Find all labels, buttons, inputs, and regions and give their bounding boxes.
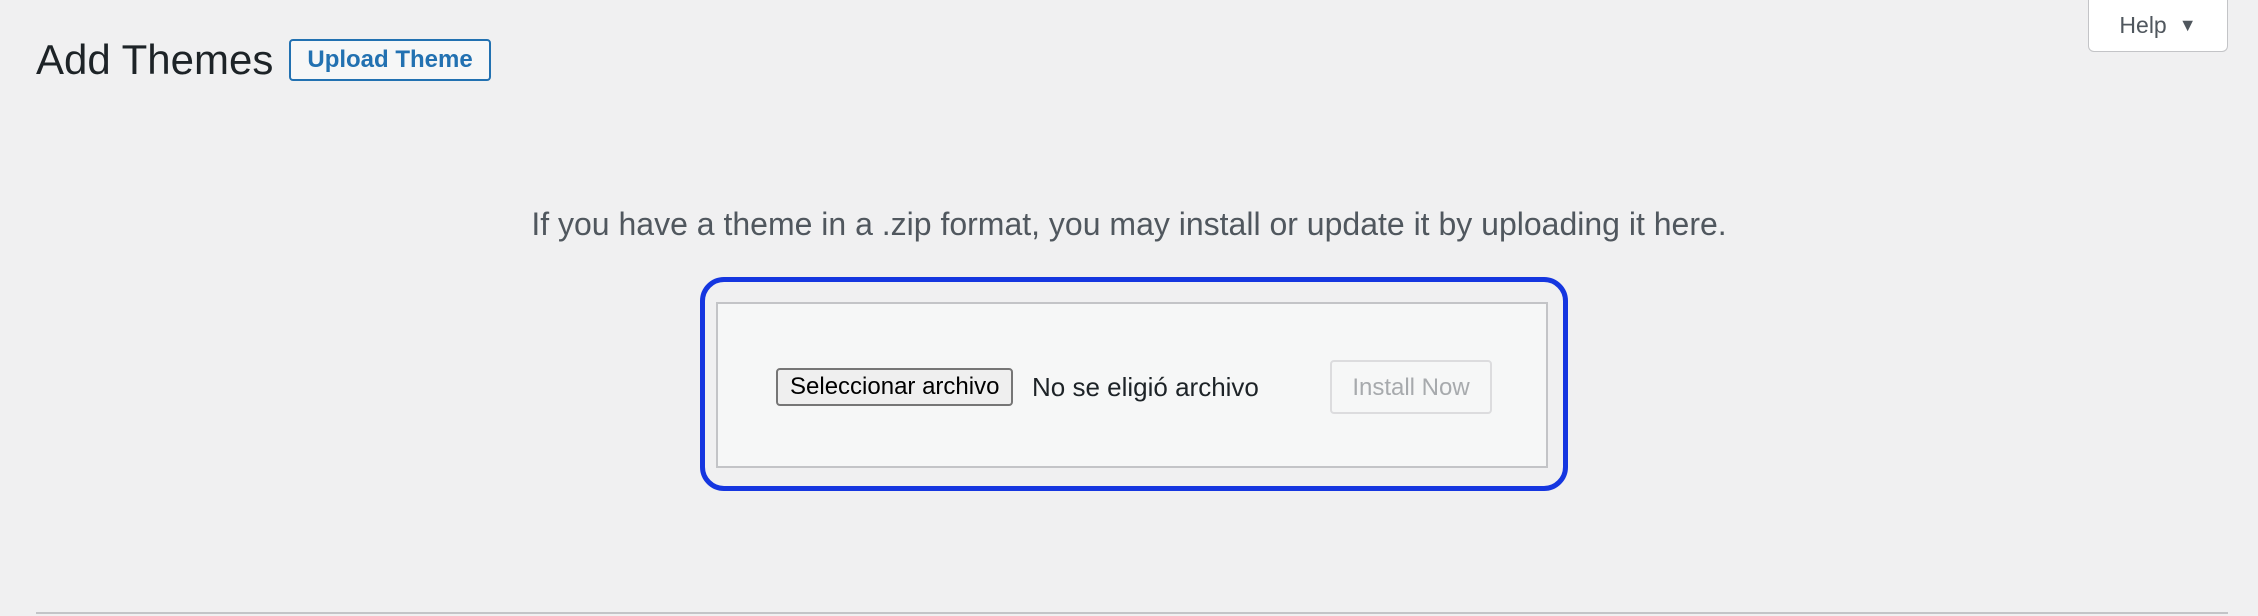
choose-file-button[interactable]: Seleccionar archivo: [776, 368, 1014, 406]
page-header: Add Themes Upload Theme: [36, 34, 491, 86]
upload-theme-button[interactable]: Upload Theme: [289, 39, 491, 81]
upload-theme-form: Seleccionar archivo No se eligió archivo…: [716, 302, 1548, 468]
page-title: Add Themes: [36, 36, 274, 83]
help-label: Help: [2119, 12, 2167, 38]
triangle-down-icon: ▼: [2178, 15, 2197, 35]
help-tab-button[interactable]: Help ▼: [2088, 0, 2228, 52]
install-now-button[interactable]: Install Now: [1330, 360, 1492, 414]
upload-instructions: If you have a theme in a .zip format, yo…: [531, 206, 1727, 242]
section-divider: [36, 612, 2228, 614]
file-status-text: No se eligió archivo: [1032, 372, 1259, 402]
